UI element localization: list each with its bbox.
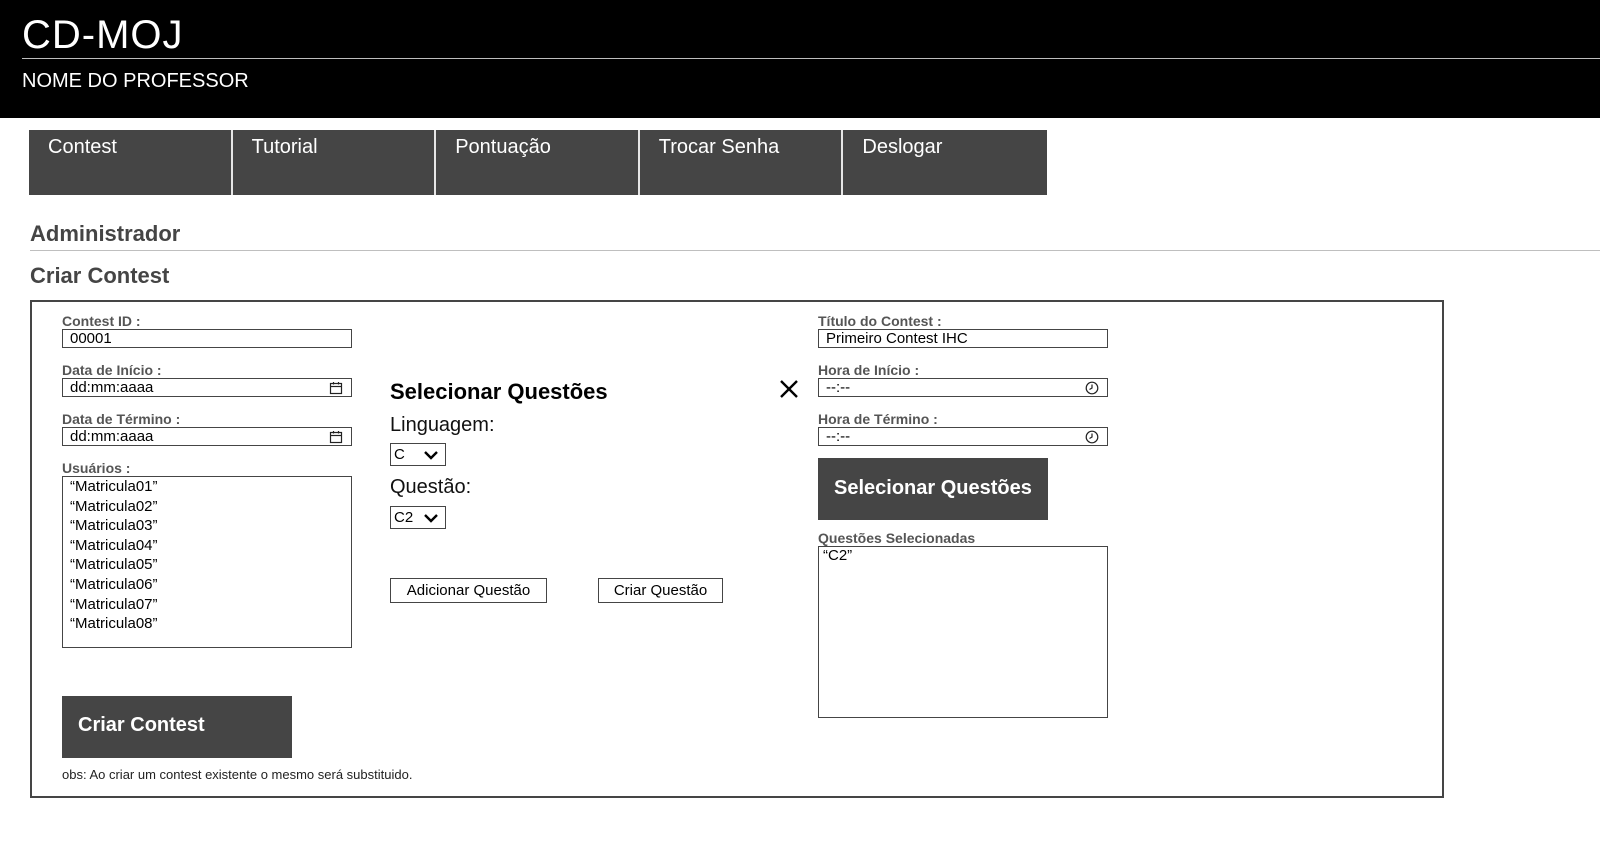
header-divider xyxy=(22,58,1600,59)
calendar-icon[interactable] xyxy=(329,430,343,444)
section-title: Administrador xyxy=(30,221,181,246)
question-value: C2 xyxy=(394,509,414,526)
close-icon[interactable] xyxy=(778,378,800,400)
list-item[interactable]: “Matricula08” xyxy=(70,614,351,634)
clock-icon[interactable] xyxy=(1085,430,1099,444)
select-questions-button[interactable]: Selecionar Questões xyxy=(818,458,1048,520)
nav-item-deslogar[interactable]: Deslogar xyxy=(843,130,1047,195)
create-contest-panel: Contest ID : 00001 Data de Início : dd:m… xyxy=(30,300,1444,798)
language-label: Linguagem: xyxy=(390,414,495,436)
contest-title-value: Primeiro Contest IHC xyxy=(826,330,968,347)
nav-item-tutorial[interactable]: Tutorial xyxy=(232,130,437,195)
end-time-label: Hora de Término : xyxy=(818,411,938,427)
contest-title-input[interactable]: Primeiro Contest IHC xyxy=(818,329,1108,348)
list-item[interactable]: “Matricula05” xyxy=(70,555,351,575)
add-question-button[interactable]: Adicionar Questão xyxy=(390,578,547,603)
users-label: Usuários : xyxy=(62,460,131,476)
question-select[interactable]: C2 xyxy=(390,506,446,529)
chevron-down-icon xyxy=(424,451,438,460)
list-item[interactable]: “Matricula04” xyxy=(70,536,351,556)
list-item[interactable]: “Matricula03” xyxy=(70,516,351,536)
create-contest-button[interactable]: Criar Contest xyxy=(62,696,292,758)
obs-note: obs: Ao criar um contest existente o mes… xyxy=(62,767,413,782)
start-time-label: Hora de Início : xyxy=(818,362,920,378)
contest-id-input[interactable]: 00001 xyxy=(62,329,352,348)
select-questions-title: Selecionar Questões xyxy=(390,379,608,404)
main-nav: Contest Tutorial Pontuação Trocar Senha … xyxy=(29,130,1047,195)
chevron-down-icon xyxy=(424,514,438,523)
list-item[interactable]: “Matricula07” xyxy=(70,595,351,615)
start-date-input[interactable]: dd:mm:aaaa xyxy=(62,378,352,397)
create-question-button[interactable]: Criar Questão xyxy=(598,578,723,603)
list-item[interactable]: “Matricula06” xyxy=(70,575,351,595)
professor-name: NOME DO PROFESSOR xyxy=(22,70,249,92)
app-title: CD-MOJ xyxy=(22,13,184,57)
list-item[interactable]: “Matricula01” xyxy=(70,477,351,497)
nav-item-contest[interactable]: Contest xyxy=(29,130,233,195)
nav-item-pontuacao[interactable]: Pontuação xyxy=(436,130,640,195)
language-select[interactable]: C xyxy=(390,443,446,466)
contest-id-label: Contest ID : xyxy=(62,313,141,329)
end-date-label: Data de Término : xyxy=(62,411,181,427)
end-date-value: dd:mm:aaaa xyxy=(70,428,154,445)
start-time-input[interactable]: --:-- xyxy=(818,378,1108,397)
app-header: CD-MOJ NOME DO PROFESSOR xyxy=(0,0,1600,118)
selected-questions-list[interactable]: “C2” xyxy=(818,546,1108,718)
list-item[interactable]: “Matricula02” xyxy=(70,497,351,517)
end-time-value: --:-- xyxy=(826,428,851,445)
end-time-input[interactable]: --:-- xyxy=(818,427,1108,446)
users-list[interactable]: “Matricula01” “Matricula02” “Matricula03… xyxy=(62,476,352,648)
start-date-label: Data de Início : xyxy=(62,362,162,378)
nav-item-trocar-senha[interactable]: Trocar Senha xyxy=(639,130,844,195)
section-divider xyxy=(30,250,1600,251)
page-title: Criar Contest xyxy=(30,263,170,288)
contest-title-label: Título do Contest : xyxy=(818,313,942,329)
language-value: C xyxy=(394,446,405,463)
selected-questions-label: Questões Selecionadas xyxy=(818,530,976,546)
question-label: Questão: xyxy=(390,476,472,498)
start-date-value: dd:mm:aaaa xyxy=(70,379,154,396)
calendar-icon[interactable] xyxy=(329,381,343,395)
list-item[interactable]: “C2” xyxy=(823,547,1107,565)
end-date-input[interactable]: dd:mm:aaaa xyxy=(62,427,352,446)
start-time-value: --:-- xyxy=(826,379,851,396)
clock-icon[interactable] xyxy=(1085,381,1099,395)
contest-id-value: 00001 xyxy=(70,330,112,347)
